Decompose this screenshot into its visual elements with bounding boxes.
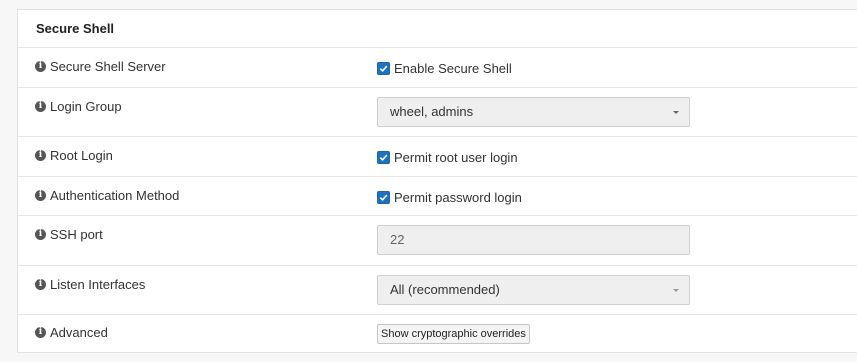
ssh-port-label-text: SSH port (50, 227, 103, 242)
row-advanced: i Advanced Show cryptographic overrides (18, 315, 857, 352)
permit-password-login-label[interactable]: Permit password login (394, 190, 522, 205)
info-icon[interactable]: i (35, 190, 46, 201)
login-group-select[interactable]: wheel, admins (377, 97, 690, 127)
row-ssh-port: i SSH port 22 (18, 216, 857, 266)
auth-method-label-text: Authentication Method (50, 188, 180, 203)
row-root-login: i Root Login Permit root user login (18, 137, 857, 177)
info-icon[interactable]: i (35, 279, 46, 290)
row-auth-method: i Authentication Method Permit password … (18, 177, 857, 216)
permit-root-login-checkbox[interactable]: Permit root user login (377, 150, 518, 165)
info-icon[interactable]: i (35, 101, 46, 112)
advanced-control: Show cryptographic overrides (377, 324, 530, 344)
login-group-value: wheel, admins (390, 104, 474, 119)
ssh-port-label: i SSH port (35, 227, 103, 242)
show-cryptographic-overrides-button[interactable]: Show cryptographic overrides (377, 324, 530, 344)
root-login-label: i Root Login (35, 148, 113, 163)
enable-ssh-checkbox[interactable]: Enable Secure Shell (377, 61, 512, 76)
info-icon[interactable]: i (35, 61, 46, 72)
checkbox-checked-icon[interactable] (377, 62, 390, 75)
panel-title: Secure Shell (18, 10, 857, 48)
info-icon[interactable]: i (35, 229, 46, 240)
chevron-down-icon (673, 111, 679, 114)
root-login-label-text: Root Login (50, 148, 113, 163)
checkbox-checked-icon[interactable] (377, 151, 390, 164)
row-ssh-server: i Secure Shell Server Enable Secure Shel… (18, 48, 857, 88)
row-login-group: i Login Group wheel, admins (18, 88, 857, 137)
info-icon[interactable]: i (35, 150, 46, 161)
login-group-label-text: Login Group (50, 99, 122, 114)
login-group-label: i Login Group (35, 99, 122, 114)
ssh-server-label-text: Secure Shell Server (50, 59, 166, 74)
permit-root-login-label[interactable]: Permit root user login (394, 150, 518, 165)
chevron-down-icon (673, 289, 679, 292)
advanced-label: i Advanced (35, 325, 108, 340)
checkbox-checked-icon[interactable] (377, 191, 390, 204)
advanced-label-text: Advanced (50, 325, 108, 340)
permit-password-login-checkbox[interactable]: Permit password login (377, 190, 522, 205)
listen-interfaces-select[interactable]: All (recommended) (377, 275, 690, 305)
auth-method-label: i Authentication Method (35, 188, 179, 203)
enable-ssh-checkbox-label[interactable]: Enable Secure Shell (394, 61, 512, 76)
row-listen-interfaces: i Listen Interfaces All (recommended) (18, 266, 857, 315)
info-icon[interactable]: i (35, 327, 46, 338)
listen-interfaces-label-text: Listen Interfaces (50, 277, 146, 292)
listen-interfaces-value: All (recommended) (390, 282, 500, 297)
secure-shell-panel: Secure Shell i Secure Shell Server Enabl… (17, 9, 857, 353)
ssh-port-input[interactable]: 22 (377, 225, 690, 255)
listen-interfaces-label: i Listen Interfaces (35, 277, 145, 292)
ssh-server-label: i Secure Shell Server (35, 59, 166, 74)
